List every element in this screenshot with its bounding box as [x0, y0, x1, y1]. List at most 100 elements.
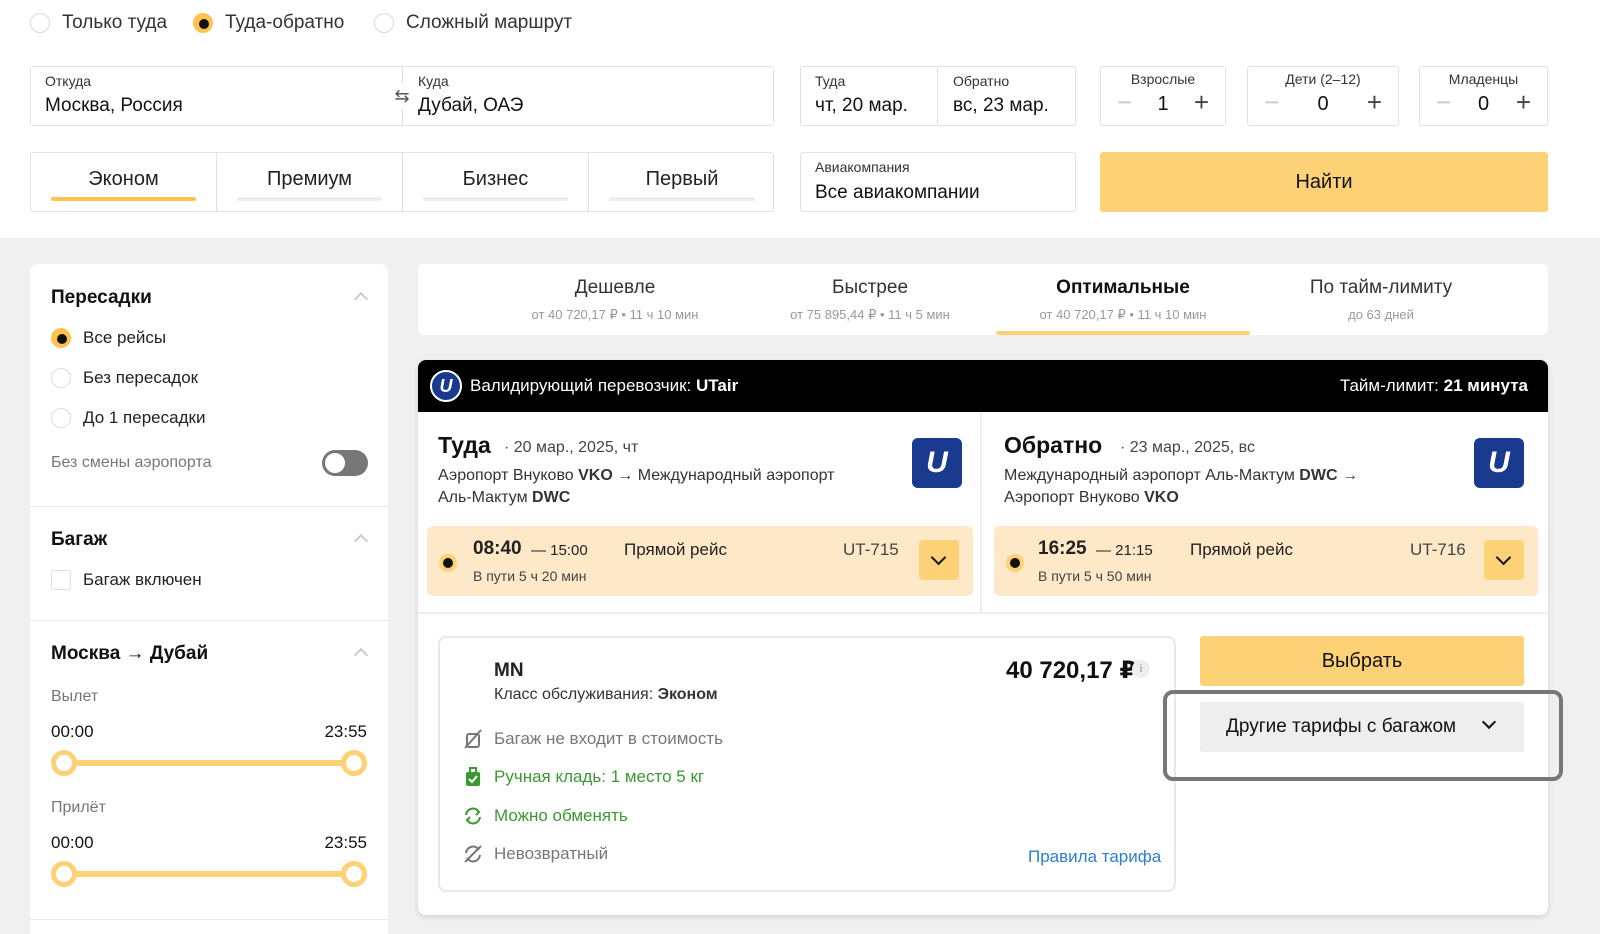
feature-baggage: Багаж не входит в стоимость: [462, 728, 723, 750]
divider: [30, 506, 388, 507]
tab-first[interactable]: Первый: [589, 153, 775, 211]
route-text: Аэропорт Внуково: [438, 467, 579, 484]
radio-one-transfer[interactable]: [51, 408, 71, 428]
same-airport-label: Без смены аэропорта: [51, 454, 212, 471]
sort-tab-sub: от 40 720,17 ₽ • 11 ч 10 мин: [531, 307, 699, 322]
cabin-class-label: Бизнес: [462, 168, 529, 190]
sort-tab-fastest[interactable]: Быстрее от 75 895,44 ₽ • 11 ч 5 мин: [743, 264, 997, 335]
outbound-date: · 20 мар., 2025, чт: [504, 439, 639, 456]
flight-number: UT-715: [843, 540, 899, 559]
outbound-segment[interactable]: 08:40 — 15:00 Прямой рейс UT-715 В пути …: [427, 526, 973, 596]
toggle-knob: [325, 453, 345, 473]
date-there-label: Туда: [815, 73, 846, 89]
outbound-block: Туда · 20 мар., 2025, чт U Аэропорт Внук…: [418, 412, 982, 612]
chevron-down-icon[interactable]: [1484, 540, 1524, 580]
select-button[interactable]: Выбрать: [1200, 636, 1524, 686]
from-value: Москва, Россия: [45, 95, 183, 116]
arrival-from: 00:00: [51, 833, 94, 852]
radio-one-way[interactable]: [30, 13, 50, 33]
route-box: Откуда Москва, Россия ⇆ Куда Дубай, ОАЭ: [30, 66, 774, 126]
arrival-time: — 15:00: [531, 542, 588, 559]
trip-type-label: Туда-обратно: [225, 12, 345, 33]
trip-type-label: Сложный маршрут: [406, 12, 573, 33]
divider: [30, 620, 388, 621]
chevron-down-icon[interactable]: [919, 540, 959, 580]
from-field[interactable]: Откуда Москва, Россия: [31, 67, 403, 125]
trip-type-round-trip[interactable]: Туда-обратно: [193, 12, 344, 34]
cabin-class-label: Премиум: [266, 168, 353, 190]
inbound-title: Обратно: [1004, 432, 1103, 458]
flight-duration: В пути 5 ч 20 мин: [473, 568, 587, 584]
to-value: Дубай, ОАЭ: [418, 95, 524, 116]
radio-direct[interactable]: [51, 368, 71, 388]
fare-class-value: Эконом: [657, 686, 718, 703]
date-there-value: чт, 20 мар.: [815, 95, 908, 116]
airport-code: VKO: [1144, 489, 1179, 506]
timelimit-info: Тайм-лимит: 21 минута: [1340, 376, 1528, 396]
flight-duration: В пути 5 ч 50 мин: [1038, 568, 1152, 584]
route-text: Аэропорт Внуково: [1004, 489, 1145, 506]
sort-tab-optimal[interactable]: Оптимальные от 40 720,17 ₽ • 11 ч 10 мин: [996, 264, 1250, 335]
pax-adults: Взрослые − 1 +: [1100, 66, 1226, 126]
highlight-frame: [1163, 690, 1563, 781]
date-back-field[interactable]: Обратно вс, 23 мар.: [939, 67, 1076, 125]
flight-type: Прямой рейс: [1190, 540, 1293, 559]
arrival-handle-start[interactable]: [51, 861, 77, 887]
divider: [30, 919, 388, 920]
radio-round-trip[interactable]: [193, 13, 213, 33]
transfer-all[interactable]: Все рейсы: [51, 328, 166, 348]
tab-economy[interactable]: Эконом: [31, 153, 217, 211]
pax-children: Дети (2–12) − 0 +: [1247, 66, 1399, 126]
route-text: →: [1337, 467, 1358, 484]
tab-business[interactable]: Бизнес: [403, 153, 589, 211]
radio-multi-city[interactable]: [374, 13, 394, 33]
no-baggage-icon: [464, 729, 482, 749]
inbound-date: · 23 мар., 2025, вс: [1120, 439, 1255, 456]
sort-tab-title: По тайм-лимиту: [1309, 277, 1453, 298]
non-refundable-icon: [464, 845, 482, 863]
fare-code: MN: [494, 660, 524, 681]
baggage-included[interactable]: Багаж включен: [51, 570, 202, 590]
trip-type-label: Только туда: [62, 12, 168, 33]
arrival-label: Прилёт: [51, 799, 106, 816]
date-back-label: Обратно: [953, 73, 1010, 89]
pax-label: Младенцы: [1448, 71, 1519, 87]
date-there-field[interactable]: Туда чт, 20 мар.: [801, 67, 938, 125]
plus-icon[interactable]: +: [1516, 89, 1531, 115]
trip-type-multi-city[interactable]: Сложный маршрут: [374, 12, 572, 34]
plus-icon[interactable]: +: [1367, 89, 1382, 115]
sort-tab-sub: от 75 895,44 ₽ • 11 ч 5 мин: [790, 307, 950, 322]
chevron-up-icon[interactable]: [353, 647, 369, 663]
departure-handle-end[interactable]: [341, 750, 367, 776]
departure-to: 23:55: [324, 722, 367, 741]
plus-icon[interactable]: +: [1194, 89, 1209, 115]
radio-all-flights[interactable]: [51, 328, 71, 348]
route-text: Международный аэропорт Аль-Мактум: [1004, 467, 1300, 484]
arrival-time: — 21:15: [1096, 542, 1153, 559]
trip-type-one-way[interactable]: Только туда: [30, 12, 167, 34]
chevron-up-icon[interactable]: [353, 291, 369, 307]
to-field[interactable]: Куда Дубай, ОАЭ: [404, 67, 774, 125]
inbound-segment[interactable]: 16:25 — 21:15 Прямой рейс UT-716 В пути …: [994, 526, 1538, 596]
chevron-up-icon[interactable]: [353, 533, 369, 549]
search-button[interactable]: Найти: [1100, 152, 1548, 212]
transfer-direct[interactable]: Без пересадок: [51, 368, 198, 388]
baggage-checkbox[interactable]: [51, 570, 71, 590]
fare-rules-link[interactable]: Правила тарифа: [1028, 847, 1161, 867]
sort-tab-cheapest[interactable]: Дешевле от 40 720,17 ₽ • 11 ч 10 мин: [488, 264, 742, 335]
airport-code: DWC: [1299, 467, 1338, 484]
departure-range-track[interactable]: [64, 760, 354, 766]
same-airport-toggle[interactable]: [322, 450, 368, 476]
departure-handle-start[interactable]: [51, 750, 77, 776]
tab-premium[interactable]: Премиум: [217, 153, 403, 211]
transfer-one[interactable]: До 1 пересадки: [51, 408, 205, 428]
arrival-range-track[interactable]: [64, 871, 354, 877]
carrier-name: UTair: [696, 376, 739, 395]
fare-class-prefix: Класс обслуживания:: [494, 686, 654, 703]
info-icon[interactable]: i: [1132, 660, 1150, 678]
sort-tab-title: Оптимальные: [1056, 277, 1190, 298]
airline-field[interactable]: Авиакомпания Все авиакомпании: [800, 152, 1076, 212]
sort-tab-timelimit[interactable]: По тайм-лимиту до 63 дней: [1254, 264, 1508, 335]
arrival-handle-end[interactable]: [341, 861, 367, 887]
offer-card: U Валидирующий перевозчик: UTair Тайм-ли…: [418, 360, 1548, 915]
